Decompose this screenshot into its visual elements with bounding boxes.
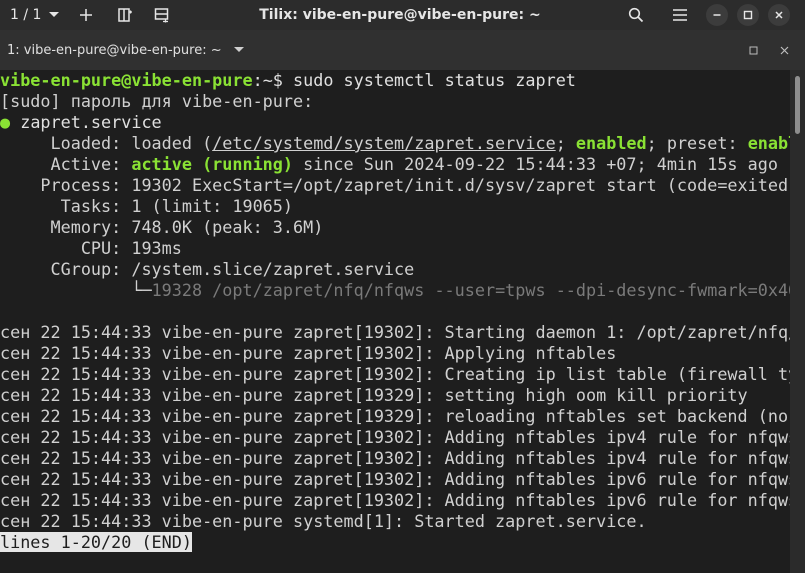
log-line: сен 22 15:44:33 vibe-en-pure zapret[1930… — [0, 469, 790, 490]
cgroup-process-line: └─19328 /opt/zapret/nfq/nfqws --user=tpw… — [0, 280, 790, 301]
loaded-pre: loaded ( — [131, 133, 213, 153]
hamburger-menu-icon[interactable] — [668, 0, 692, 30]
log-line: сен 22 15:44:33 vibe-en-pure zapret[1930… — [0, 490, 790, 511]
loaded-label: Loaded: — [0, 133, 132, 153]
terminal-close-icon[interactable] — [776, 30, 792, 70]
log-line: сен 22 15:44:33 vibe-en-pure zapret[1930… — [0, 343, 616, 364]
log-line: сен 22 15:44:33 vibe-en-pure zapret[1930… — [0, 427, 790, 448]
loaded-mid: ; — [555, 133, 576, 153]
pager-status: lines 1-20/20 (END) — [0, 532, 192, 552]
title-bar: 1 / 1 Tilix: vibe-en-pure@vibe-en-pure: … — [0, 0, 805, 30]
terminal-session-bar: 1: vibe-en-pure@vibe-en-pure: ~ — [0, 30, 805, 71]
pager-status-line: lines 1-20/20 (END) — [0, 532, 192, 553]
tree-branch: └─ — [0, 280, 152, 300]
session-counter[interactable]: 1 / 1 — [10, 0, 41, 30]
active-status: active (running) — [131, 154, 293, 174]
cgroup-process: 19328 /opt/zapret/nfq/nfqws --user=tpws … — [151, 280, 790, 300]
terminal-title-label[interactable]: 1: vibe-en-pure@vibe-en-pure: ~ — [7, 30, 222, 70]
tasks-line: Tasks: 1 (limit: 19065) — [0, 196, 293, 216]
split-right-icon[interactable] — [113, 0, 137, 30]
log-text: сен 22 15:44:33 vibe-en-pure zapret[1932… — [0, 406, 790, 426]
log-text: сен 22 15:44:33 vibe-en-pure zapret[1930… — [0, 322, 790, 342]
log-text: сен 22 15:44:33 vibe-en-pure zapret[1930… — [0, 364, 790, 384]
log-line: сен 22 15:44:33 vibe-en-pure systemd[1]:… — [0, 511, 647, 532]
prompt-separator: :~$ — [252, 70, 294, 90]
preset-value: enabl — [747, 133, 790, 153]
active-since: since Sun 2024-09-22 15:44:33 +07; 4min … — [293, 154, 778, 174]
log-line: сен 22 15:44:33 vibe-en-pure zapret[1930… — [0, 448, 790, 469]
search-icon[interactable] — [624, 0, 648, 30]
cpu-line: CPU: 193ms — [0, 238, 182, 258]
cgroup-line: CGroup: /system.slice/zapret.service — [0, 259, 415, 279]
log-text: сен 22 15:44:33 vibe-en-pure zapret[1932… — [0, 385, 748, 405]
terminal-view[interactable]: vibe-en-pure@vibe-en-pure:~$ sudo system… — [0, 70, 790, 573]
log-line: сен 22 15:44:33 vibe-en-pure zapret[1932… — [0, 406, 790, 427]
process-text: Process: 19302 ExecStart=/opt/zapret/ini… — [0, 175, 790, 195]
prompt-line: vibe-en-pure@vibe-en-pure:~$ sudo system… — [0, 70, 576, 91]
command-text: sudo systemctl status zapret — [293, 70, 576, 90]
session-dropdown-icon[interactable] — [44, 0, 64, 30]
service-header-line: ● zapret.service — [0, 112, 162, 133]
scrollbar-track[interactable] — [790, 70, 805, 573]
chevron-down-icon[interactable] — [233, 30, 245, 70]
sudo-prompt-line: [sudo] пароль для vibe-en-pure: — [0, 91, 314, 111]
log-text: сен 22 15:44:33 vibe-en-pure zapret[1930… — [0, 343, 617, 363]
service-name: zapret.service — [10, 112, 162, 132]
log-text: сен 22 15:44:33 vibe-en-pure zapret[1930… — [0, 448, 790, 468]
prompt-user: vibe-en-pure@vibe-en-pure — [0, 70, 253, 90]
active-label: Active: — [0, 154, 132, 174]
active-line: Active: active (running) since Sun 2024-… — [0, 154, 778, 175]
terminal-maximize-icon[interactable] — [745, 30, 761, 70]
maximize-icon[interactable] — [737, 4, 759, 26]
preset-label: ; preset: — [646, 133, 748, 153]
scrollbar-thumb[interactable] — [795, 76, 800, 134]
add-terminal-icon[interactable] — [74, 0, 98, 30]
log-text: сен 22 15:44:33 vibe-en-pure zapret[1930… — [0, 427, 790, 447]
status-dot-icon: ● — [0, 112, 11, 132]
log-text: сен 22 15:44:33 vibe-en-pure zapret[1930… — [0, 490, 790, 510]
unit-file-path: /etc/systemd/system/zapret.service — [212, 133, 556, 153]
minimize-icon[interactable] — [706, 4, 728, 26]
log-line: сен 22 15:44:33 vibe-en-pure zapret[1930… — [0, 364, 790, 385]
log-line: сен 22 15:44:33 vibe-en-pure zapret[1930… — [0, 322, 790, 343]
split-down-icon[interactable] — [150, 0, 174, 30]
memory-line: Memory: 748.0K (peak: 3.6M) — [0, 217, 324, 237]
log-text: сен 22 15:44:33 vibe-en-pure zapret[1930… — [0, 469, 790, 489]
log-line: сен 22 15:44:33 vibe-en-pure zapret[1932… — [0, 385, 748, 406]
loaded-line: Loaded: loaded (/etc/systemd/system/zapr… — [0, 133, 790, 154]
close-icon[interactable] — [768, 4, 790, 26]
window-title: Tilix: vibe-en-pure@vibe-en-pure: ~ — [259, 7, 541, 23]
enabled-status: enabled — [575, 133, 647, 153]
log-text: сен 22 15:44:33 vibe-en-pure systemd[1]:… — [0, 511, 647, 531]
process-line: Process: 19302 ExecStart=/opt/zapret/ini… — [0, 175, 790, 196]
